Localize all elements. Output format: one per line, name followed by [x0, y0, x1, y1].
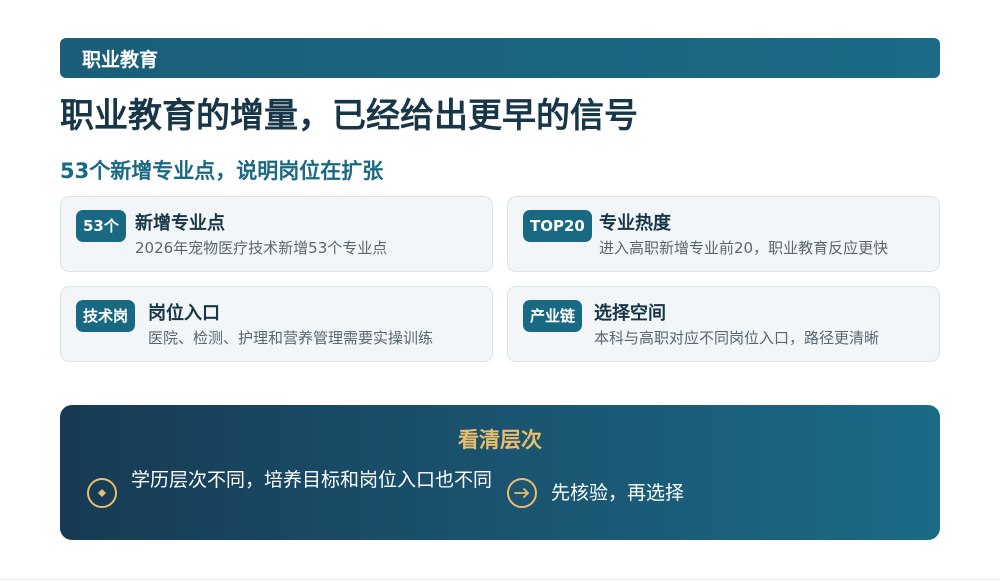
card-description: 2026年宠物医疗技术新增53个专业点	[135, 239, 388, 257]
bottom-divider	[0, 579, 1000, 580]
card-description: 医院、检测、护理和营养管理需要实操训练	[148, 329, 434, 347]
card-title: 新增专业点	[135, 213, 225, 234]
info-card-new-majors: 53个 新增专业点 2026年宠物医疗技术新增53个专业点	[60, 196, 493, 272]
info-card-job-entry: 技术岗 岗位入口 医院、检测、护理和营养管理需要实操训练	[60, 286, 493, 362]
card-description: 进入高职新增专业前20，职业教育反应更快	[599, 239, 889, 257]
arrow-right-icon	[507, 478, 537, 508]
page-title: 职业教育的增量，已经给出更早的信号	[60, 96, 638, 136]
card-title: 专业热度	[599, 213, 671, 234]
panel-title: 看清层次	[458, 428, 542, 452]
page-subtitle: 53个新增专业点，说明岗位在扩张	[60, 159, 384, 183]
card-description: 本科与高职对应不同岗位入口，路径更清晰	[594, 329, 880, 347]
card-title: 选择空间	[594, 303, 666, 324]
card-badge: TOP20	[523, 210, 592, 242]
card-badge: 53个	[76, 210, 126, 242]
banner-label: 职业教育	[82, 48, 159, 71]
info-card-choice-space: 产业链 选择空间 本科与高职对应不同岗位入口，路径更清晰	[507, 286, 940, 362]
card-title: 岗位入口	[148, 303, 220, 324]
panel-point-level: 学历层次不同，培养目标和岗位入口也不同	[131, 469, 493, 491]
info-card-major-popularity: TOP20 专业热度 进入高职新增专业前20，职业教育反应更快	[507, 196, 940, 272]
card-badge: 产业链	[523, 300, 583, 332]
section-banner: 职业教育	[60, 38, 940, 78]
diamond-icon	[87, 478, 117, 508]
summary-panel: 看清层次 学历层次不同，培养目标和岗位入口也不同 先核验，再选择	[60, 405, 940, 540]
card-badge: 技术岗	[76, 300, 136, 332]
panel-point-verify: 先核验，再选择	[551, 482, 685, 504]
